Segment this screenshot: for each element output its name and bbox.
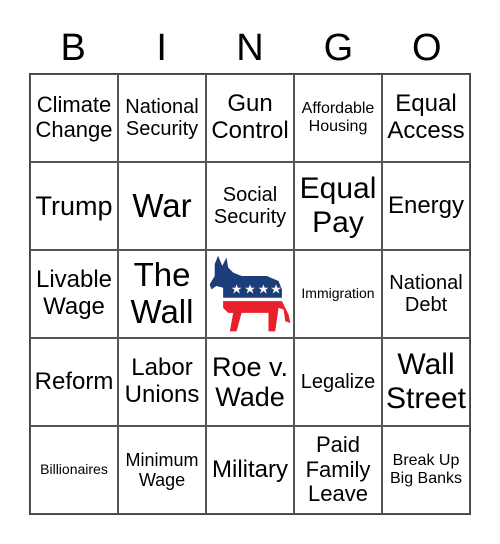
democrat-donkey-icon [209, 255, 291, 332]
bingo-cell[interactable]: Trump [30, 162, 118, 250]
bingo-cell-text: Minimum Wage [125, 449, 199, 490]
bingo-cell-text: Legalize [300, 370, 376, 393]
bingo-cell-text: Wall Street [385, 348, 467, 415]
bingo-cell[interactable]: Paid Family Leave [294, 426, 382, 514]
bingo-cell[interactable]: The Wall [118, 250, 206, 338]
bingo-cell-text: Roe v. Wade [211, 351, 289, 412]
bingo-cell-text: Livable Wage [35, 266, 113, 320]
bingo-cell-text: Break Up Big Banks [389, 452, 463, 487]
bingo-cell[interactable]: Wall Street [382, 338, 470, 426]
bingo-cell[interactable]: Energy [382, 162, 470, 250]
bingo-cell[interactable]: Military [206, 426, 294, 514]
bingo-cell-text: Gun Control [211, 90, 289, 144]
bingo-cell[interactable]: War [118, 162, 206, 250]
bingo-cell-text: Affordable Housing [301, 100, 375, 135]
bingo-cell[interactable]: Labor Unions [118, 338, 206, 426]
header-letter-g: G [323, 27, 354, 69]
bingo-cell[interactable] [206, 250, 294, 338]
header-letter-i: I [156, 27, 167, 69]
bingo-cell-text: Paid Family Leave [305, 432, 371, 507]
bingo-cell[interactable]: National Debt [382, 250, 470, 338]
header-letter-b: B [60, 27, 86, 69]
bingo-cell-text: Billionaires [40, 461, 108, 478]
bingo-cell[interactable]: Livable Wage [30, 250, 118, 338]
bingo-cell-text: Reform [34, 367, 114, 395]
bingo-cell[interactable]: Break Up Big Banks [382, 426, 470, 514]
bingo-cell-text: National Debt [389, 271, 463, 316]
bingo-header: B I N G O [29, 26, 471, 70]
bingo-cell-text: Military [212, 455, 288, 483]
bingo-cell-text: Equal Pay [299, 172, 377, 239]
bingo-grid: Climate Change National Security Gun Contr… [29, 73, 471, 515]
bingo-cell[interactable]: Gun Control [206, 74, 294, 162]
bingo-cell[interactable]: Immigration [294, 250, 382, 338]
bingo-cell-text: Energy [387, 191, 465, 219]
bingo-cell[interactable]: National Security [118, 74, 206, 162]
bingo-cell-text: Equal Access [387, 90, 465, 144]
bingo-cell[interactable]: Affordable Housing [294, 74, 382, 162]
bingo-cell-text: Social Security [213, 183, 287, 228]
bingo-cell-text: Trump [35, 190, 113, 221]
bingo-cell-text: War [132, 186, 192, 224]
bingo-cell[interactable]: Minimum Wage [118, 426, 206, 514]
bingo-cell-text: The Wall [130, 256, 194, 330]
bingo-cell[interactable]: Equal Access [382, 74, 470, 162]
bingo-cell-text: Climate Change [35, 92, 113, 142]
bingo-cell[interactable]: Equal Pay [294, 162, 382, 250]
bingo-cell[interactable]: Legalize [294, 338, 382, 426]
bingo-cell-text: Labor Unions [124, 354, 200, 408]
bingo-cell[interactable]: Roe v. Wade [206, 338, 294, 426]
bingo-cell-text: Immigration [301, 285, 375, 302]
bingo-cell[interactable]: Reform [30, 338, 118, 426]
header-letter-o: O [412, 27, 442, 69]
bingo-cell[interactable]: Climate Change [30, 74, 118, 162]
bingo-cell[interactable]: Billionaires [30, 426, 118, 514]
bingo-cell[interactable]: Social Security [206, 162, 294, 250]
header-letter-n: N [236, 27, 264, 69]
bingo-cell-text: National Security [125, 95, 199, 140]
